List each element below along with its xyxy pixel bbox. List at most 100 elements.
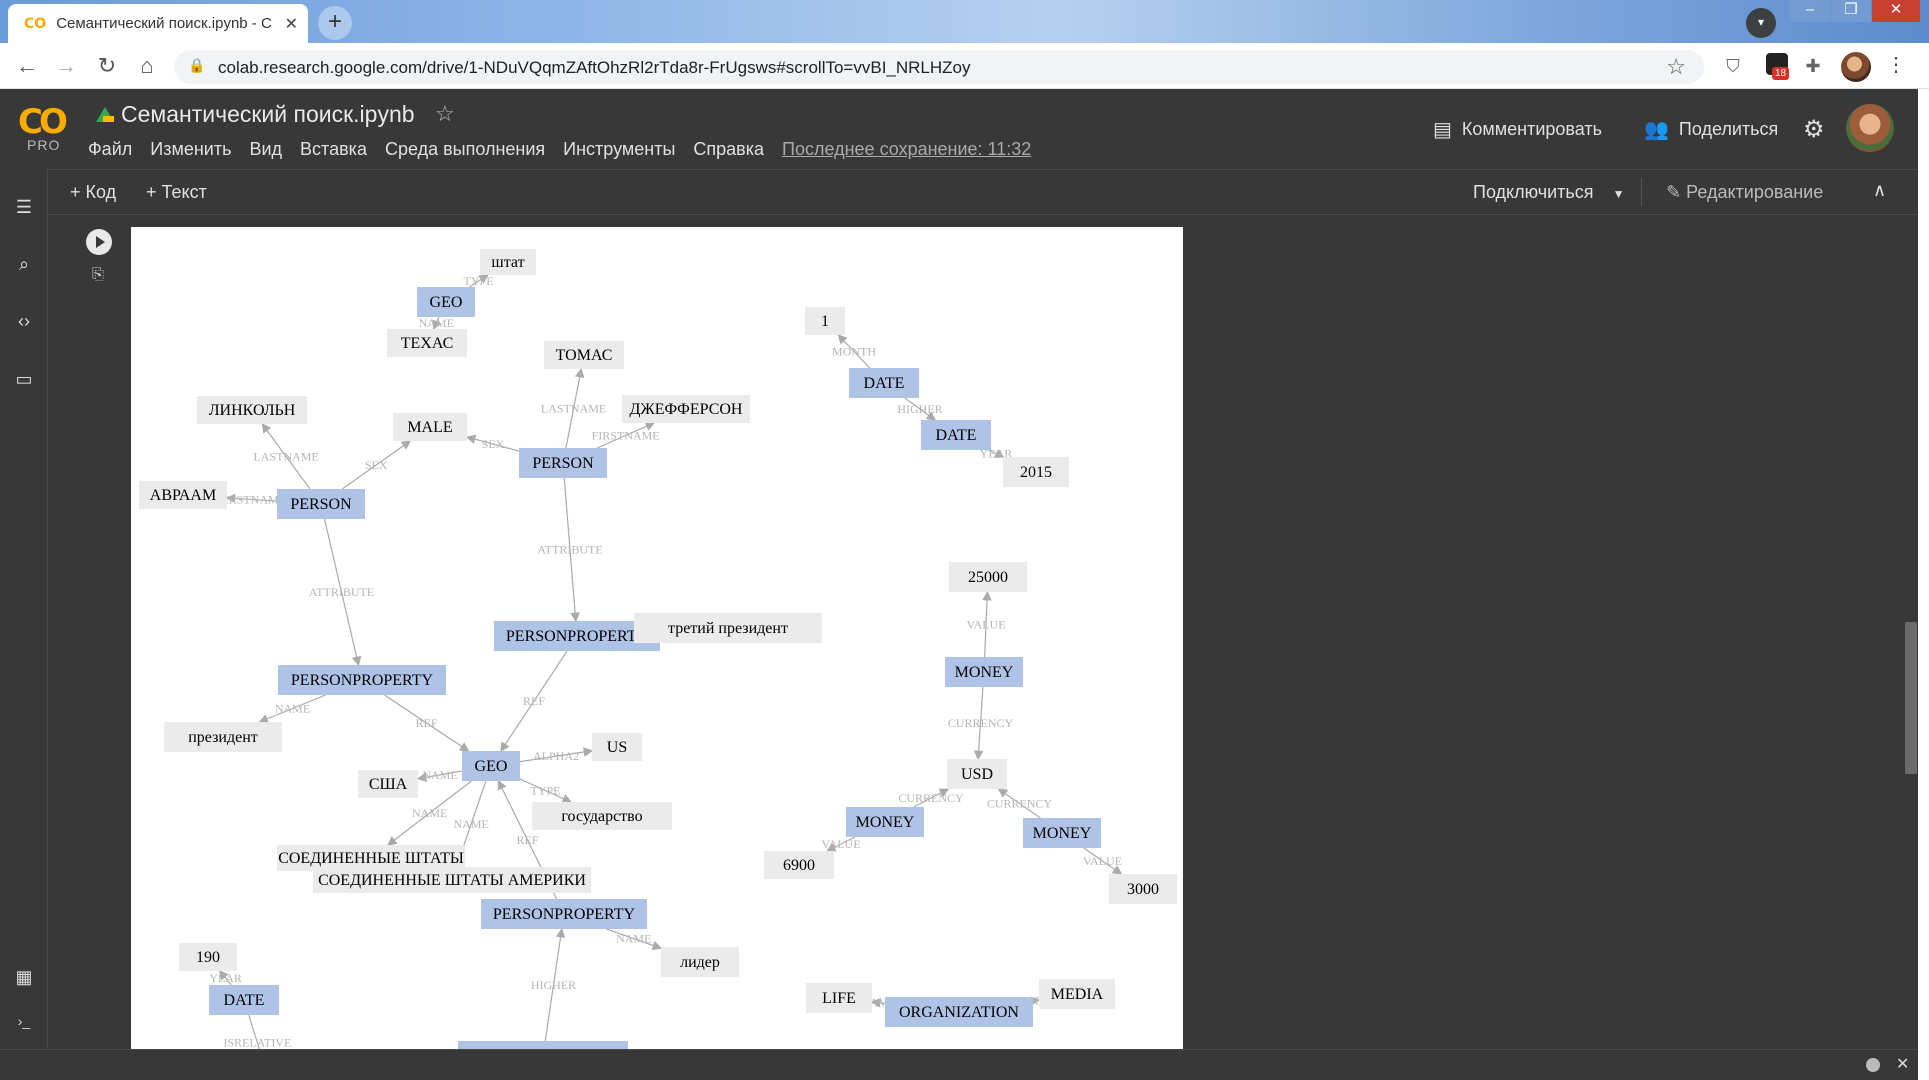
last-saved-link[interactable]: Последнее сохранение: 11:32: [782, 139, 1031, 160]
editing-label: Редактирование: [1686, 182, 1824, 202]
graph-value-node: ДЖЕФФЕРСОН: [622, 395, 750, 423]
menu-item-runtime[interactable]: Среда выполнения: [385, 139, 545, 160]
graph-edge-label: ISRELATIVE: [223, 1036, 291, 1050]
address-bar[interactable]: 🔒 colab.research.google.com/drive/1-NDuV…: [174, 50, 1704, 84]
graph-entity-node: PERSON: [277, 489, 365, 519]
star-notebook-icon[interactable]: ☆: [435, 101, 455, 127]
back-icon[interactable]: ←: [13, 52, 41, 80]
share-label: Поделиться: [1678, 119, 1779, 139]
menu-bar: Файл Изменить Вид Вставка Среда выполнен…: [88, 139, 1031, 160]
status-close-icon[interactable]: ✕: [1896, 1054, 1909, 1074]
graph-edge-label: FIRSTNAME: [592, 429, 660, 443]
search-icon[interactable]: ⌕: [12, 252, 36, 276]
colab-logo[interactable]: CO: [18, 102, 68, 142]
window-maximize-button[interactable]: ❐: [1831, 0, 1871, 22]
browser-menu-icon[interactable]: ⋮: [1886, 52, 1906, 77]
new-tab-button[interactable]: +: [318, 6, 352, 40]
menu-item-file[interactable]: Файл: [88, 139, 132, 160]
graph-entity-node: MONEY: [846, 807, 924, 837]
graph-edge-label: REF: [415, 716, 437, 730]
graph-edge-label: NAME: [412, 806, 447, 820]
shield-extension-icon[interactable]: ⛉: [1720, 54, 1746, 80]
tab-close-icon[interactable]: ✕: [285, 14, 298, 34]
code-snippets-icon[interactable]: ‹›: [12, 309, 36, 333]
graph-node-label: президент: [188, 729, 258, 746]
bookmark-star-icon[interactable]: ☆: [1666, 54, 1686, 80]
add-text-button[interactable]: + Текст: [146, 182, 207, 203]
status-indicator-icon: [1866, 1058, 1880, 1072]
graph-node-label: США: [369, 776, 408, 793]
pencil-icon: ✎: [1666, 182, 1682, 202]
graph-node-label: US: [607, 739, 627, 756]
graph-node-label: MONEY: [1033, 825, 1092, 842]
share-button[interactable]: 👥 Поделиться: [1644, 117, 1778, 142]
graph-value-node: 25000: [949, 562, 1027, 592]
graph-node-label: MEDIA: [1051, 986, 1104, 1003]
connect-dropdown-icon[interactable]: ▼: [1613, 187, 1625, 201]
cell-output-graph: TYPE NAME LASTNAME FIRSTNAME SEX SEX LASTNAME F…: [131, 227, 1183, 1049]
graph-edge-label: LASTNAME: [253, 450, 318, 464]
account-avatar[interactable]: [1846, 104, 1894, 152]
comment-label: Комментировать: [1461, 119, 1603, 139]
graph-entity-node: PERSON: [519, 448, 607, 478]
graph-value-node: СОЕДИНЕННЫЕ ШТАТЫ АМЕРИКИ: [313, 867, 591, 893]
graph-entity-node: PERSONPROPERTY: [278, 665, 446, 695]
graph-edge-label: HIGHER: [531, 978, 576, 992]
calendar-extension-icon[interactable]: 18: [1766, 53, 1790, 80]
graph-value-node: US: [592, 733, 642, 761]
forward-icon[interactable]: →: [52, 52, 80, 80]
files-folder-icon[interactable]: ▭: [12, 367, 36, 391]
add-code-button[interactable]: + Код: [70, 182, 116, 203]
graph-node-label: PERSONPROPERTY: [506, 628, 649, 645]
graph-node-label: GEO: [475, 758, 508, 775]
run-cell-button[interactable]: [86, 229, 112, 255]
notebook-toolbar: + Код + Текст Подключиться ▼ ✎ Редактиро…: [48, 169, 1918, 215]
colab-header: CO PRO Семантический поиск.ipynb ☆ Файл …: [0, 89, 1918, 169]
collapse-header-icon[interactable]: ∧: [1873, 180, 1886, 201]
graph-value-node: LIFE: [806, 983, 872, 1013]
command-palette-icon[interactable]: ▦: [12, 965, 36, 989]
browser-profile-avatar[interactable]: [1841, 52, 1871, 82]
graph-node-label: 190: [196, 949, 220, 966]
graph-node-label: MALE: [407, 419, 452, 436]
graph-value-node: третий президент: [634, 613, 822, 643]
extensions-puzzle-icon[interactable]: ✚: [1800, 54, 1826, 80]
graph-node-label: 2015: [1020, 464, 1052, 481]
graph-value-node: государство: [532, 802, 672, 830]
graph-edge-label: ATTRIBUTE: [309, 585, 374, 599]
graph-value-node: 6900: [764, 851, 834, 879]
table-of-contents-icon[interactable]: ☰: [12, 195, 36, 219]
menu-item-edit[interactable]: Изменить: [150, 139, 231, 160]
menu-item-insert[interactable]: Вставка: [300, 139, 367, 160]
browser-toolbar: ← → ↻ ⌂ 🔒 colab.research.google.com/driv…: [0, 43, 1929, 89]
graph-value-node: USD: [947, 759, 1007, 789]
graph-value-node: США: [358, 770, 418, 798]
reload-icon[interactable]: ↻: [93, 52, 121, 80]
home-icon[interactable]: ⌂: [133, 52, 161, 80]
notebook-title[interactable]: Семантический поиск.ipynb: [121, 101, 415, 128]
menu-item-help[interactable]: Справка: [693, 139, 764, 160]
graph-value-node: 1: [805, 307, 845, 335]
url-text[interactable]: colab.research.google.com/drive/1-NDuVQq…: [218, 58, 971, 78]
graph-entity-node: MONEY: [1023, 818, 1101, 848]
graph-node-label: 3000: [1127, 881, 1159, 898]
menu-item-view[interactable]: Вид: [249, 139, 282, 160]
graph-edge-label: MONTH: [832, 345, 876, 359]
notebook-scrollbar[interactable]: [1905, 622, 1917, 774]
output-actions-icon[interactable]: ⎘: [92, 266, 104, 283]
graph-node-label: СОЕДИНЕННЫЕ ШТАТЫ АМЕРИКИ: [318, 872, 586, 889]
graph-entity-node: GEO: [417, 287, 475, 317]
tab-search-icon[interactable]: ▾: [1746, 8, 1776, 38]
window-minimize-button[interactable]: –: [1790, 0, 1830, 22]
settings-gear-icon[interactable]: ⚙: [1803, 115, 1825, 144]
editing-mode-button[interactable]: ✎ Редактирование: [1666, 182, 1823, 203]
graph-node-label: 6900: [783, 857, 815, 874]
comment-button[interactable]: ▤ Комментировать: [1433, 117, 1602, 142]
browser-tab-active[interactable]: CO Семантический поиск.ipynb - C ✕: [8, 4, 308, 43]
connect-button[interactable]: Подключиться ▼: [1473, 182, 1624, 203]
menu-item-tools[interactable]: Инструменты: [563, 139, 675, 160]
terminal-icon[interactable]: ›_: [12, 1009, 36, 1033]
graph-node-label: СОЕДИНЕННЫЕ ШТАТЫ: [278, 850, 464, 867]
window-close-button[interactable]: ✕: [1872, 0, 1920, 22]
graph-value-node: MALE: [393, 413, 467, 441]
